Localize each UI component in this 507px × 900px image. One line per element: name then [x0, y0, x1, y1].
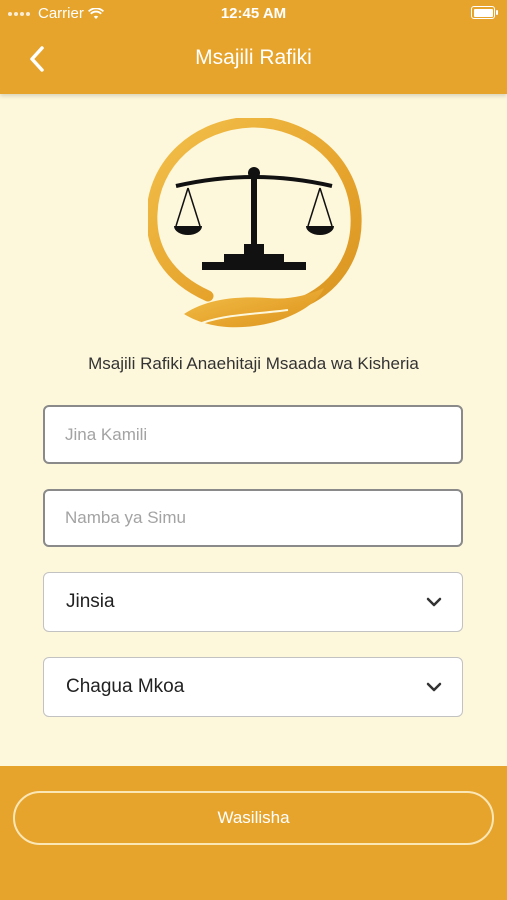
- full-name-field[interactable]: [43, 405, 463, 464]
- phone-input[interactable]: [65, 508, 441, 528]
- full-name-input[interactable]: [65, 424, 441, 445]
- page-title: Msajili Rafiki: [195, 46, 312, 69]
- status-bar: Carrier 12:45 AM: [0, 0, 507, 28]
- battery-icon: [471, 6, 498, 19]
- scales-of-justice-icon: [148, 118, 362, 328]
- gender-select[interactable]: Jinsia: [43, 572, 463, 632]
- app-header: Carrier 12:45 AM Msajili Rafiki: [0, 0, 507, 94]
- chevron-down-icon: [426, 682, 442, 692]
- clock: 12:45 AM: [220, 5, 287, 22]
- gender-select-value: Jinsia: [66, 591, 115, 612]
- submit-button[interactable]: Wasilisha: [13, 791, 494, 845]
- region-select[interactable]: Chagua Mkoa: [43, 657, 463, 717]
- region-select-value: Chagua Mkoa: [66, 676, 185, 697]
- chevron-down-icon: [426, 597, 442, 607]
- form-subtitle: Msajili Rafiki Anaehitaji Msaada wa Kish…: [88, 354, 419, 373]
- phone-field[interactable]: [43, 489, 463, 547]
